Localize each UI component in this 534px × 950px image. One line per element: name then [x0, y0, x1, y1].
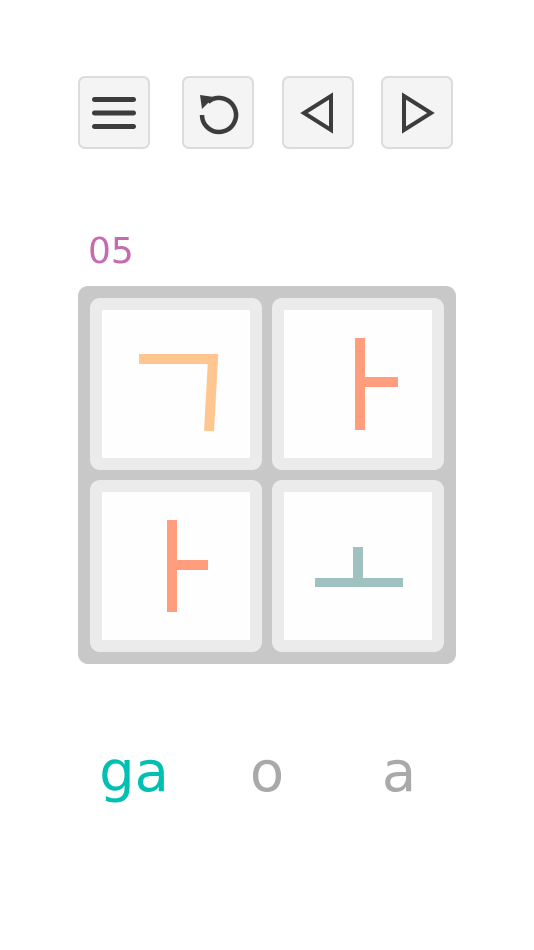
tile-bottom-left[interactable]: [90, 480, 262, 652]
jamo-a-glyph: [167, 520, 208, 612]
menu-button[interactable]: [78, 76, 150, 149]
previous-level-button[interactable]: [282, 76, 354, 149]
level-number: 05: [88, 231, 134, 272]
triangle-right-icon: [402, 91, 435, 134]
answer-word-3: a: [381, 740, 417, 805]
puzzle-board: [78, 286, 456, 664]
tile-bottom-right[interactable]: [272, 480, 444, 652]
answer-word-1: ga: [99, 740, 169, 805]
restart-icon: [199, 94, 239, 134]
hamburger-menu-icon: [92, 96, 136, 129]
restart-button[interactable]: [182, 76, 254, 149]
next-level-button[interactable]: [381, 76, 453, 149]
jamo-a-glyph: [355, 338, 398, 430]
answer-word-2: o: [249, 740, 285, 805]
tile-top-left[interactable]: [90, 298, 262, 470]
triangle-left-icon: [300, 91, 333, 134]
jamo-giyeok-glyph: [139, 354, 219, 432]
tile-top-right[interactable]: [272, 298, 444, 470]
jamo-o-glyph: [315, 547, 403, 587]
